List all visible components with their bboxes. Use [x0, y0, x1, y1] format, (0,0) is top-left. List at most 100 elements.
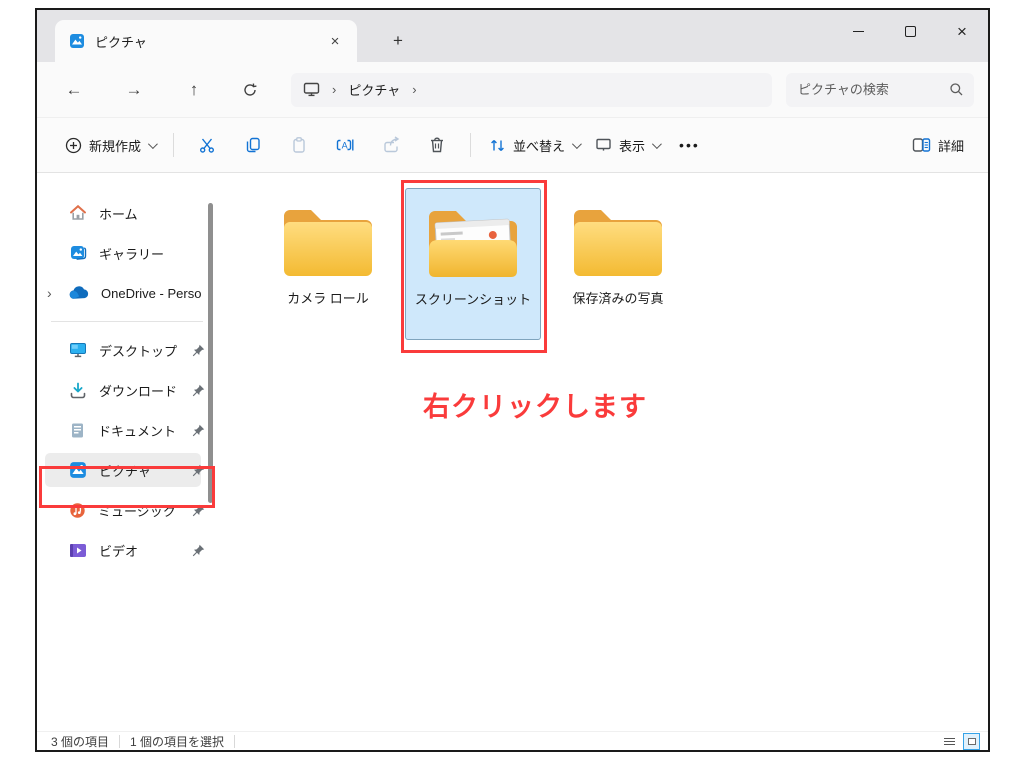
- sort-button-label: 並べ替え: [513, 136, 565, 155]
- folder-screenshots[interactable]: スクリーンショット: [405, 188, 541, 340]
- breadcrumb-item-pictures[interactable]: ピクチャ: [348, 80, 400, 99]
- folder-name: 保存済みの写真: [572, 288, 663, 307]
- sidebar-item-label: ピクチャ: [99, 461, 188, 480]
- search-box[interactable]: [786, 73, 974, 107]
- folder-name: スクリーンショット: [415, 289, 531, 308]
- up-button[interactable]: ↑: [175, 73, 213, 107]
- sidebar-item-home[interactable]: ホーム: [37, 193, 215, 233]
- pictures-icon: [69, 461, 87, 479]
- this-pc-icon: [303, 82, 320, 97]
- details-button-label: 詳細: [938, 136, 964, 155]
- trash-icon: [428, 136, 446, 154]
- share-icon: [382, 136, 400, 154]
- sidebar-item-music[interactable]: ミュージック: [37, 490, 215, 530]
- minimize-button[interactable]: [832, 10, 884, 52]
- large-icons-view-icon: [968, 738, 976, 745]
- pin-icon: [192, 344, 205, 357]
- refresh-button[interactable]: [231, 73, 269, 107]
- screenshot-stage: ピクチャ × + × ← → ↑ › ピクチャ ›: [0, 0, 1024, 769]
- toolbar-divider: [470, 133, 471, 157]
- videos-icon: [69, 543, 87, 558]
- svg-text:A: A: [341, 140, 347, 150]
- maximize-icon: [905, 26, 916, 37]
- sidebar-item-gallery[interactable]: ギャラリー: [37, 233, 215, 273]
- back-button[interactable]: ←: [55, 73, 93, 107]
- folder-name: カメラ ロール: [287, 288, 369, 307]
- new-tab-button[interactable]: +: [385, 28, 411, 54]
- copy-button[interactable]: [233, 127, 273, 163]
- gallery-icon: [69, 244, 87, 262]
- pin-icon: [192, 464, 205, 477]
- sidebar-item-pictures[interactable]: ピクチャ: [37, 450, 215, 490]
- selection-count: 1 個の項目を選択: [130, 733, 224, 750]
- status-divider: [119, 735, 120, 748]
- item-count: 3 個の項目: [51, 733, 109, 750]
- sidebar-item-label: ビデオ: [99, 541, 188, 560]
- titlebar: ピクチャ × + ×: [37, 10, 988, 62]
- sidebar-item-documents[interactable]: ドキュメント: [37, 410, 215, 450]
- search-input[interactable]: [798, 82, 949, 97]
- breadcrumb-separator: ›: [412, 82, 416, 97]
- desktop-icon: [69, 342, 87, 358]
- minimize-icon: [853, 31, 864, 32]
- command-toolbar: 新規作成 A 並べ: [37, 118, 988, 173]
- sidebar-item-label: ダウンロード: [99, 381, 188, 400]
- tab-pictures[interactable]: ピクチャ ×: [55, 20, 357, 62]
- sort-icon: [489, 137, 506, 154]
- cut-button[interactable]: [187, 127, 227, 163]
- breadcrumb-separator: ›: [332, 82, 336, 97]
- details-button[interactable]: 詳細: [904, 130, 972, 161]
- sidebar-item-downloads[interactable]: ダウンロード: [37, 370, 215, 410]
- file-list-area: カメラ ロール: [215, 173, 988, 731]
- view-button-label: 表示: [619, 136, 645, 155]
- caption-buttons: ×: [832, 10, 988, 52]
- sidebar-item-label: OneDrive - Perso: [101, 286, 205, 301]
- folder-saved-pictures[interactable]: 保存済みの写真: [550, 188, 686, 340]
- folder-icon: [278, 200, 378, 282]
- details-view-button[interactable]: [942, 736, 957, 747]
- paste-icon: [290, 136, 308, 154]
- pin-icon: [192, 544, 205, 557]
- tab-title: ピクチャ: [95, 32, 323, 51]
- sidebar-item-desktop[interactable]: デスクトップ: [37, 330, 215, 370]
- close-icon: ×: [957, 23, 967, 40]
- toolbar-divider: [173, 133, 174, 157]
- view-button[interactable]: 表示: [587, 130, 667, 161]
- explorer-body: ホーム ギャラリー › OneDrive - Perso デスクトップ: [37, 173, 988, 731]
- tab-close-icon[interactable]: ×: [323, 29, 347, 53]
- sidebar-item-label: デスクトップ: [99, 341, 188, 360]
- maximize-button[interactable]: [884, 10, 936, 52]
- delete-button[interactable]: [417, 127, 457, 163]
- chevron-down-icon: [572, 139, 582, 149]
- new-button[interactable]: 新規作成: [57, 130, 163, 161]
- sidebar-item-label: ギャラリー: [99, 244, 205, 263]
- onedrive-icon: [69, 286, 89, 300]
- plus-circle-icon: [65, 137, 82, 154]
- sidebar-separator: [51, 321, 203, 322]
- status-divider: [234, 735, 235, 748]
- forward-button[interactable]: →: [115, 73, 153, 107]
- share-button[interactable]: [371, 127, 411, 163]
- chevron-down-icon: [148, 139, 158, 149]
- documents-icon: [69, 422, 86, 439]
- sidebar-item-videos[interactable]: ビデオ: [37, 530, 215, 570]
- close-button[interactable]: ×: [936, 10, 988, 52]
- sidebar-item-label: ドキュメント: [98, 421, 188, 440]
- large-icons-view-button[interactable]: [963, 733, 980, 750]
- folder-camera-roll[interactable]: カメラ ロール: [260, 188, 396, 340]
- view-toggles: [942, 733, 980, 750]
- paste-button[interactable]: [279, 127, 319, 163]
- details-pane-icon: [912, 137, 931, 153]
- rename-button[interactable]: A: [325, 127, 365, 163]
- more-options-button[interactable]: •••: [667, 137, 712, 153]
- sort-button[interactable]: 並べ替え: [481, 130, 587, 161]
- sidebar-item-onedrive[interactable]: › OneDrive - Perso: [37, 273, 215, 313]
- new-button-label: 新規作成: [89, 136, 141, 155]
- pin-icon: [192, 384, 205, 397]
- pin-icon: [192, 424, 205, 437]
- breadcrumb[interactable]: › ピクチャ ›: [291, 73, 772, 107]
- sidebar-scrollbar[interactable]: [208, 203, 213, 503]
- chevron-down-icon: [652, 139, 662, 149]
- chevron-right-icon[interactable]: ›: [47, 285, 52, 301]
- rename-icon: A: [336, 136, 355, 154]
